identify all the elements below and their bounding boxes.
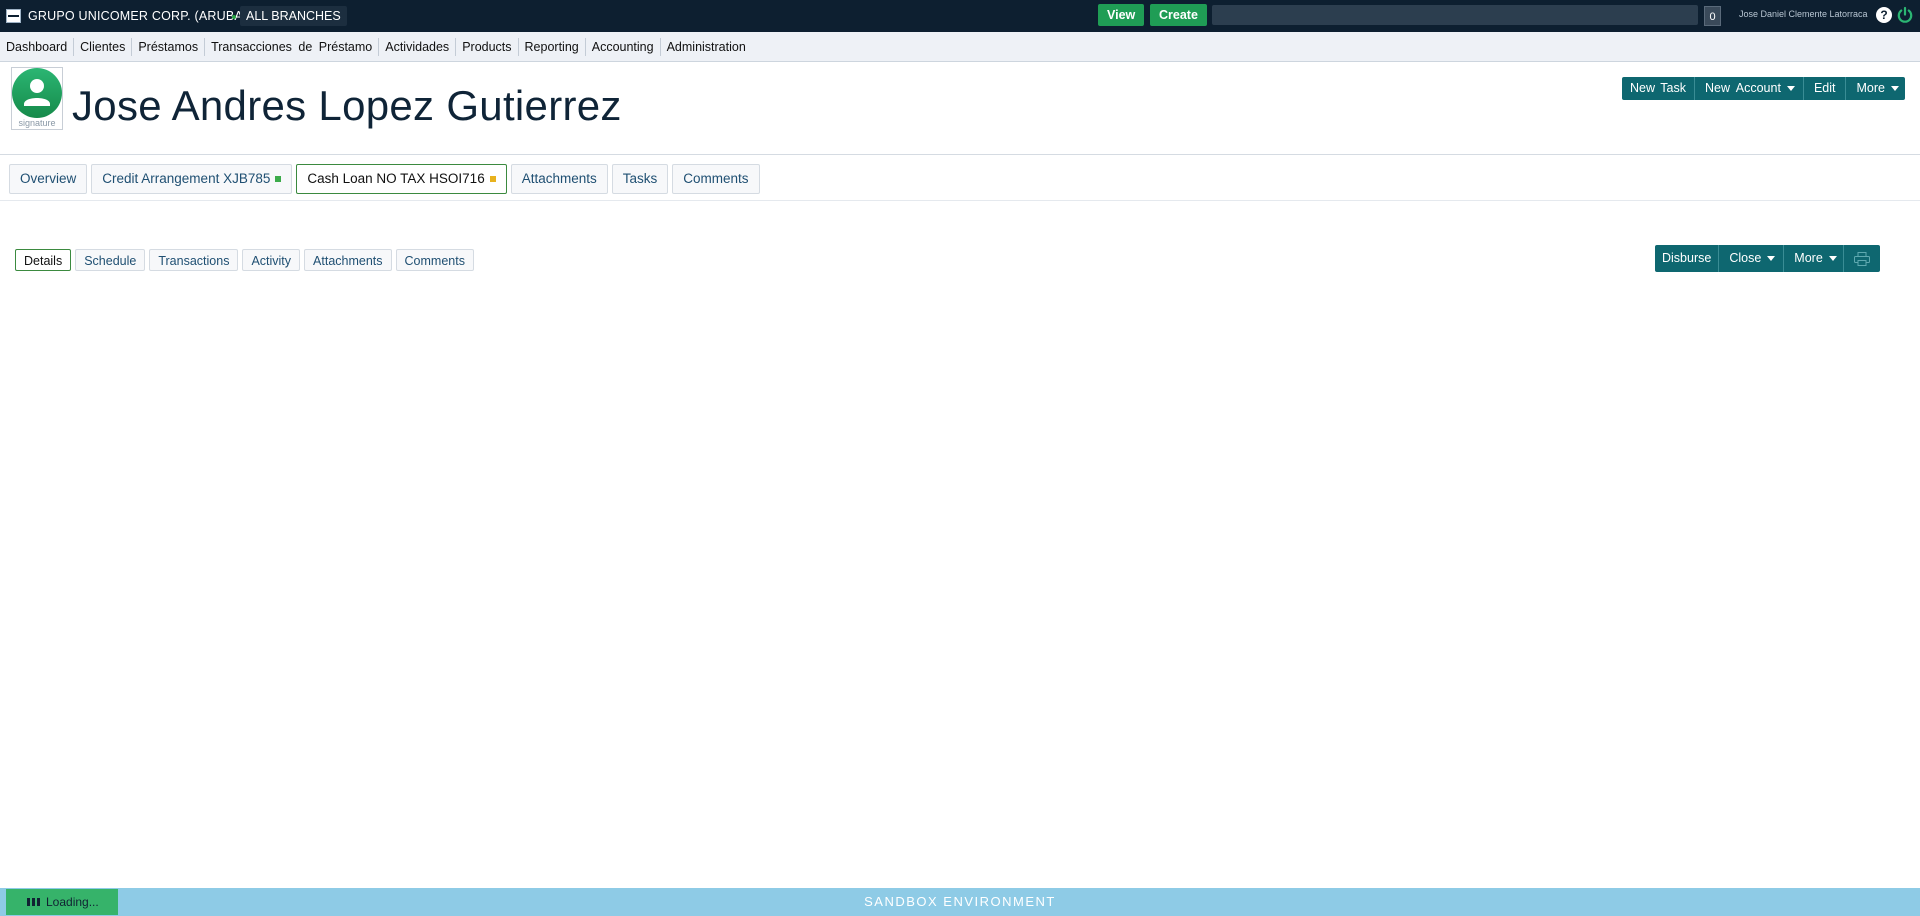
tab-label: Tasks bbox=[622, 171, 658, 186]
subtab-attachments[interactable]: Attachments bbox=[304, 249, 392, 271]
tab-label: Cash Loan NO TAX HSOI716 bbox=[307, 171, 485, 186]
more-label: More bbox=[1856, 81, 1885, 95]
menu-item-transacciones-de-prestamo[interactable]: Transacciones de Préstamo bbox=[205, 37, 380, 56]
view-button[interactable]: View bbox=[1098, 4, 1145, 26]
menu-item-dashboard[interactable]: Dashboard bbox=[0, 37, 75, 56]
chevron-down-icon bbox=[1767, 256, 1776, 261]
print-button[interactable] bbox=[1844, 245, 1880, 272]
chevron-down-icon bbox=[1890, 86, 1899, 91]
loading-bars-icon bbox=[27, 898, 43, 906]
help-icon[interactable]: ? bbox=[1876, 7, 1892, 23]
more-button[interactable]: More bbox=[1846, 77, 1904, 100]
client-actions-toolbar: New Task New Account Edit More bbox=[1622, 77, 1905, 100]
loan-actions-toolbar: Disburse Close More bbox=[1655, 245, 1880, 272]
user-avatar-icon bbox=[12, 68, 62, 118]
new-account-button[interactable]: New Account bbox=[1695, 77, 1804, 100]
environment-banner: SANDBOX ENVIRONMENT bbox=[0, 888, 1920, 916]
global-search-input[interactable] bbox=[1212, 5, 1698, 25]
tab-tasks[interactable]: Tasks bbox=[611, 164, 669, 194]
new-task-button[interactable]: New Task bbox=[1622, 77, 1695, 100]
edit-label: Edit bbox=[1813, 81, 1836, 95]
menu-item-prestamos[interactable]: Préstamos bbox=[132, 37, 206, 56]
organization-name: GRUPO UNICOMER CORP. (ARUBA) bbox=[28, 9, 248, 23]
app-logo-icon[interactable] bbox=[6, 9, 21, 23]
notification-count-badge[interactable]: 0 bbox=[1704, 6, 1721, 26]
subtab-comments[interactable]: Comments bbox=[395, 249, 474, 271]
close-label: Close bbox=[1729, 251, 1762, 265]
avatar[interactable]: signature bbox=[11, 67, 63, 130]
menu-item-clientes[interactable]: Clientes bbox=[74, 37, 133, 56]
disburse-button[interactable]: Disburse bbox=[1655, 245, 1720, 272]
status-square-icon bbox=[275, 176, 282, 182]
subtab-details[interactable]: Details bbox=[15, 249, 72, 271]
loading-indicator: Loading... bbox=[6, 889, 118, 915]
client-name-title: Jose Andres Lopez Gutierrez bbox=[72, 82, 622, 129]
loan-more-button[interactable]: More bbox=[1784, 245, 1844, 272]
tab-label: Credit Arrangement XJB785 bbox=[102, 171, 271, 186]
tab-attachments[interactable]: Attachments bbox=[510, 164, 608, 194]
subtab-transactions[interactable]: Transactions bbox=[149, 249, 239, 271]
loan-more-label: More bbox=[1794, 251, 1823, 265]
power-icon[interactable] bbox=[1896, 6, 1914, 24]
new-task-label: New Task bbox=[1630, 81, 1686, 95]
tabs-divider bbox=[0, 200, 1920, 201]
edit-button[interactable]: Edit bbox=[1804, 77, 1847, 100]
tab-label: Attachments bbox=[521, 171, 597, 186]
status-square-icon bbox=[489, 176, 496, 182]
menu-item-accounting[interactable]: Accounting bbox=[586, 37, 661, 56]
top-bar: GRUPO UNICOMER CORP. (ARUBA) ALL BRANCHE… bbox=[0, 0, 1920, 32]
menu-item-products[interactable]: Products bbox=[456, 37, 519, 56]
loading-label: Loading... bbox=[46, 895, 99, 909]
loan-tabs: Details Schedule Transactions Activity A… bbox=[15, 249, 478, 271]
main-menu: Dashboard Clientes Préstamos Transaccion… bbox=[0, 32, 1920, 62]
tab-label: Comments bbox=[683, 171, 749, 186]
close-button[interactable]: Close bbox=[1719, 245, 1785, 272]
chevron-down-icon bbox=[1828, 256, 1837, 261]
current-user-name[interactable]: Jose Daniel Clemente Latorraca bbox=[1739, 9, 1868, 19]
client-header: signature Jose Andres Lopez Gutierrez Ne… bbox=[0, 62, 1920, 155]
branch-selector[interactable]: ALL BRANCHES bbox=[240, 6, 347, 26]
tab-credit-arrangement[interactable]: Credit Arrangement XJB785 bbox=[91, 164, 293, 194]
tab-label: Overview bbox=[20, 171, 77, 186]
print-icon bbox=[1853, 251, 1870, 266]
subtab-activity[interactable]: Activity bbox=[242, 249, 301, 271]
tab-comments[interactable]: Comments bbox=[672, 164, 760, 194]
tab-overview[interactable]: Overview bbox=[9, 164, 88, 194]
menu-item-reporting[interactable]: Reporting bbox=[519, 37, 586, 56]
create-button[interactable]: Create bbox=[1150, 4, 1207, 26]
disburse-label: Disburse bbox=[1662, 251, 1712, 265]
chevron-down-icon bbox=[1786, 86, 1795, 91]
menu-item-actividades[interactable]: Actividades bbox=[379, 37, 457, 56]
menu-item-administration[interactable]: Administration bbox=[661, 38, 752, 56]
signature-label: signature bbox=[18, 118, 56, 128]
subtab-schedule[interactable]: Schedule bbox=[75, 249, 146, 271]
tab-cash-loan[interactable]: Cash Loan NO TAX HSOI716 bbox=[296, 164, 507, 194]
account-tabs: Overview Credit Arrangement XJB785 Cash … bbox=[9, 164, 764, 194]
new-account-label: New Account bbox=[1704, 81, 1781, 95]
branch-status-dot bbox=[232, 15, 236, 19]
